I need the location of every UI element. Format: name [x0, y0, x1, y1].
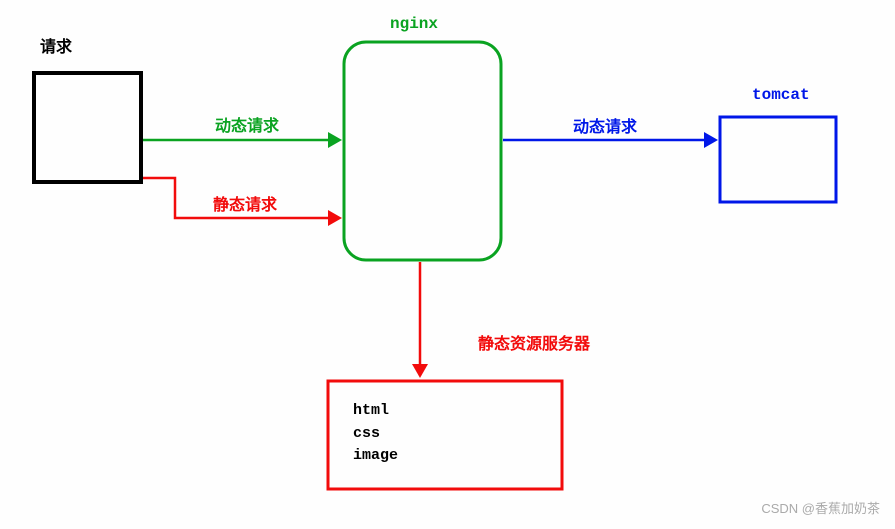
arrow-static-left	[143, 178, 334, 218]
tomcat-box	[720, 117, 836, 202]
arrow-dynamic-right-head	[704, 132, 718, 148]
nginx-box	[344, 42, 501, 260]
request-box	[34, 73, 141, 182]
arrow-static-down-head	[412, 364, 428, 378]
arrow-static-left-head	[328, 210, 342, 226]
arrow-dynamic-left-head	[328, 132, 342, 148]
static-box	[328, 381, 562, 489]
diagram-svg	[0, 0, 895, 529]
